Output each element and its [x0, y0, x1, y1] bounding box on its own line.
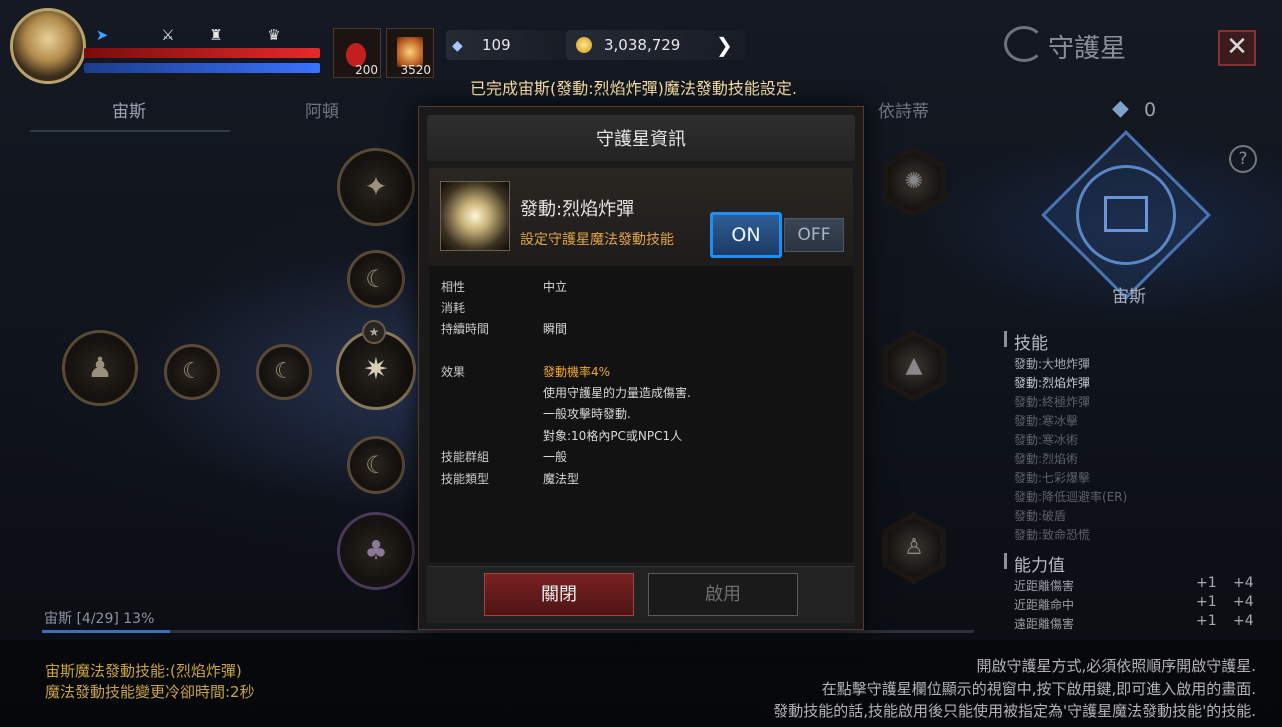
- tree-node-statue[interactable]: ♟: [62, 330, 138, 406]
- tab-ishtar[interactable]: 依詩蒂: [878, 97, 929, 122]
- detail-label: 消耗: [441, 301, 466, 315]
- gold-coin-icon: [576, 37, 592, 53]
- progress-track: [42, 630, 974, 633]
- hp-bar: [84, 48, 320, 58]
- stat-value: +1: [1196, 613, 1217, 629]
- detail-value: 魔法型: [543, 472, 580, 486]
- skill-details-panel: [429, 266, 853, 562]
- off-toggle-button[interactable]: OFF: [784, 218, 844, 252]
- armor-icon[interactable]: ♜: [206, 26, 226, 44]
- skill-item: 發動:烈焰炸彈: [1014, 376, 1091, 390]
- progress-fill: [42, 630, 170, 633]
- crystal-amount: 109: [482, 36, 511, 54]
- gold-currency: 3,038,729 ❯: [566, 30, 746, 60]
- active-tab-underline: [30, 130, 230, 132]
- window-title: 守護星: [1048, 34, 1127, 64]
- activate-button[interactable]: 啟用: [648, 573, 798, 616]
- skill-item: 發動:寒冰擊: [1014, 414, 1079, 428]
- on-toggle-button[interactable]: ON: [710, 212, 782, 258]
- hex-node-icon: ♙: [888, 518, 940, 578]
- detail-label: 技能類型: [441, 472, 490, 486]
- character-portrait[interactable]: [10, 8, 86, 84]
- hex-node-icon: ✺: [888, 152, 940, 212]
- dialog-title: 守護星資訊: [596, 129, 686, 150]
- detail-label: 相性: [441, 280, 466, 294]
- stat-value-max: +4: [1233, 594, 1254, 610]
- skill-description: 設定守護星魔法發動技能: [520, 232, 674, 248]
- zeus-emblem: [1036, 130, 1216, 300]
- section-marker: [1004, 331, 1007, 347]
- guardian-logo-icon: [1004, 26, 1044, 62]
- flame-bomb-skill-icon: [440, 181, 510, 251]
- detail-value: 一般: [543, 450, 568, 464]
- help-icon[interactable]: ?: [1229, 145, 1257, 173]
- potion-slot[interactable]: 200: [333, 28, 381, 78]
- close-window-button[interactable]: ✕: [1218, 30, 1256, 66]
- detail-value: 瞬間: [543, 322, 568, 336]
- hex-node-icon: ▲: [888, 336, 940, 396]
- help-text-line: 發動技能的話,技能啟用後只能使用被指定為'守護星魔法發動技能'的技能.: [773, 702, 1256, 720]
- scroll-count: 3520: [400, 63, 431, 77]
- guardian-point-count: 0: [1144, 99, 1157, 121]
- detail-value: 中立: [543, 280, 568, 294]
- stat-label: 遠距離傷害: [1014, 617, 1075, 631]
- tree-node-top[interactable]: ✦: [337, 148, 415, 226]
- speed-buff-icon: ➤: [95, 26, 109, 44]
- star-icon: ★: [362, 320, 386, 344]
- tab-aton[interactable]: 阿頓: [305, 97, 339, 122]
- tree-node-moon-2[interactable]: ☾: [164, 344, 220, 400]
- mp-bar: [84, 63, 320, 73]
- sword-icon[interactable]: ⚔: [158, 26, 178, 44]
- system-notice: 已完成宙斯(發動:烈焰炸彈)魔法發動技能設定.: [470, 79, 797, 98]
- tab-zeus[interactable]: 宙斯: [112, 97, 146, 122]
- skills-section-title: 技能: [1014, 334, 1048, 354]
- effect-label: 效果: [441, 365, 466, 379]
- scroll-slot[interactable]: 3520: [386, 28, 434, 78]
- stat-value: +1: [1196, 575, 1217, 591]
- tree-node-bottom[interactable]: ♣: [337, 512, 415, 590]
- active-skill-info: 宙斯魔法發動技能:(烈焰炸彈): [45, 662, 242, 680]
- detail-label: 技能群組: [441, 450, 490, 464]
- help-text-line: 開啟守護星方式,必須依照順序開啟守護星.: [976, 657, 1256, 675]
- skill-item: 發動:寒冰術: [1014, 433, 1079, 447]
- skill-item: 發動:大地炸彈: [1014, 357, 1091, 371]
- potion-count: 200: [355, 63, 378, 77]
- cooldown-info: 魔法發動技能變更冷卻時間:2秒: [45, 683, 255, 701]
- tree-node-moon-4[interactable]: ☾: [347, 436, 405, 494]
- tree-node-moon-3[interactable]: ☾: [256, 344, 312, 400]
- skill-item: 發動:降低迴避率(ER): [1014, 490, 1128, 504]
- stat-value-max: +4: [1233, 613, 1254, 629]
- stat-value: +1: [1196, 594, 1217, 610]
- chevron-right-icon[interactable]: ❯: [716, 30, 733, 60]
- skill-name: 發動:烈焰炸彈: [520, 199, 635, 220]
- stat-value-max: +4: [1233, 575, 1254, 591]
- crystal-icon: ◆: [452, 38, 463, 54]
- stat-label: 近距離命中: [1014, 598, 1075, 612]
- effect-line: 使用守護星的力量造成傷害.: [543, 386, 691, 400]
- skill-item: 發動:致命恐慌: [1014, 528, 1091, 542]
- stat-label: 近距離傷害: [1014, 579, 1075, 593]
- trophy-icon[interactable]: ♛: [264, 26, 284, 44]
- effect-line: 一般攻擊時發動.: [543, 407, 631, 421]
- skill-item: 發動:七彩爆擊: [1014, 471, 1091, 485]
- guardian-point-icon: ◆: [1112, 96, 1129, 121]
- section-marker: [1004, 553, 1007, 569]
- effect-chance: 發動機率4%: [543, 365, 611, 379]
- gold-amount: 3,038,729: [604, 36, 681, 54]
- close-button[interactable]: 關閉: [484, 573, 634, 616]
- effect-line: 對象:10格內PC或NPC1人: [543, 429, 683, 443]
- guardian-name: 宙斯: [1112, 287, 1146, 307]
- book-icon: [1104, 196, 1148, 232]
- skill-item: 發動:破盾: [1014, 509, 1067, 523]
- progress-label: 宙斯 [4/29] 13%: [44, 611, 155, 627]
- skill-item: 發動:終極炸彈: [1014, 395, 1091, 409]
- help-text-line: 在點擊守護星欄位顯示的視窗中,按下啟用鍵,即可進入啟用的畫面.: [821, 680, 1256, 698]
- tree-node-moon-1[interactable]: ☾: [347, 250, 405, 308]
- stats-section-title: 能力值: [1014, 556, 1065, 576]
- detail-label: 持續時間: [441, 322, 490, 336]
- skill-item: 發動:烈焰術: [1014, 452, 1079, 466]
- crystal-currency: ◆ 109: [446, 30, 566, 60]
